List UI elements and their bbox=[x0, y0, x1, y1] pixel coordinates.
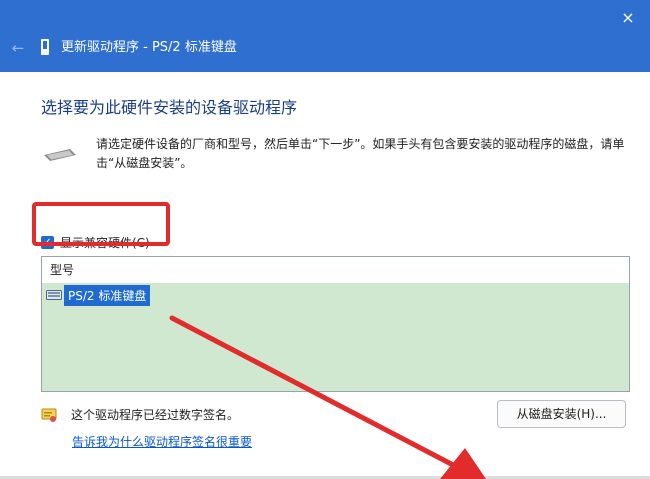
window-title: 更新驱动程序 - PS/2 标准键盘 bbox=[61, 40, 237, 55]
why-signing-link[interactable]: 告诉我为什么驱动程序签名很重要 bbox=[72, 433, 252, 450]
instructions-text: 请选定硬件设备的厂商和型号，然后单击“下一步”。如果手头有包含要安装的驱动程序的… bbox=[96, 137, 625, 170]
update-driver-window: × ← 更新驱动程序 - PS/2 标准键盘 选择要为此硬件安装的设备驱动程序 … bbox=[0, 0, 650, 479]
keyboard-icon bbox=[44, 149, 76, 161]
model-listbox[interactable]: 型号 PS/2 标准键盘 bbox=[41, 256, 630, 392]
show-compatible-checkbox[interactable]: ✓ bbox=[41, 235, 54, 249]
certificate-icon bbox=[41, 408, 57, 422]
page-heading: 选择要为此硬件安装的设备驱动程序 bbox=[41, 98, 298, 117]
model-list-body[interactable]: PS/2 标准键盘 bbox=[42, 283, 629, 391]
model-column-header[interactable]: 型号 bbox=[42, 257, 629, 283]
show-compatible-label[interactable]: 显示兼容硬件(C) bbox=[60, 234, 150, 251]
signed-status-row: 这个驱动程序已经过数字签名。 bbox=[41, 406, 239, 423]
have-disk-button[interactable]: 从磁盘安装(H)... bbox=[497, 400, 626, 428]
content-area: 选择要为此硬件安装的设备驱动程序 请选定硬件设备的厂商和型号，然后单击“下一步”… bbox=[0, 72, 650, 479]
list-item[interactable]: PS/2 标准键盘 bbox=[46, 284, 151, 306]
close-icon[interactable]: × bbox=[616, 6, 640, 30]
keyboard-icon bbox=[46, 290, 62, 300]
signed-status-text: 这个驱动程序已经过数字签名。 bbox=[71, 408, 240, 422]
back-arrow-icon[interactable]: ← bbox=[8, 38, 28, 58]
model-column-header-label: 型号 bbox=[50, 263, 75, 277]
list-item-label[interactable]: PS/2 标准键盘 bbox=[64, 284, 151, 306]
title-bar: × ← 更新驱动程序 - PS/2 标准键盘 bbox=[0, 0, 650, 72]
device-icon bbox=[41, 39, 49, 55]
show-compatible-row[interactable]: ✓ 显示兼容硬件(C) bbox=[41, 234, 150, 250]
